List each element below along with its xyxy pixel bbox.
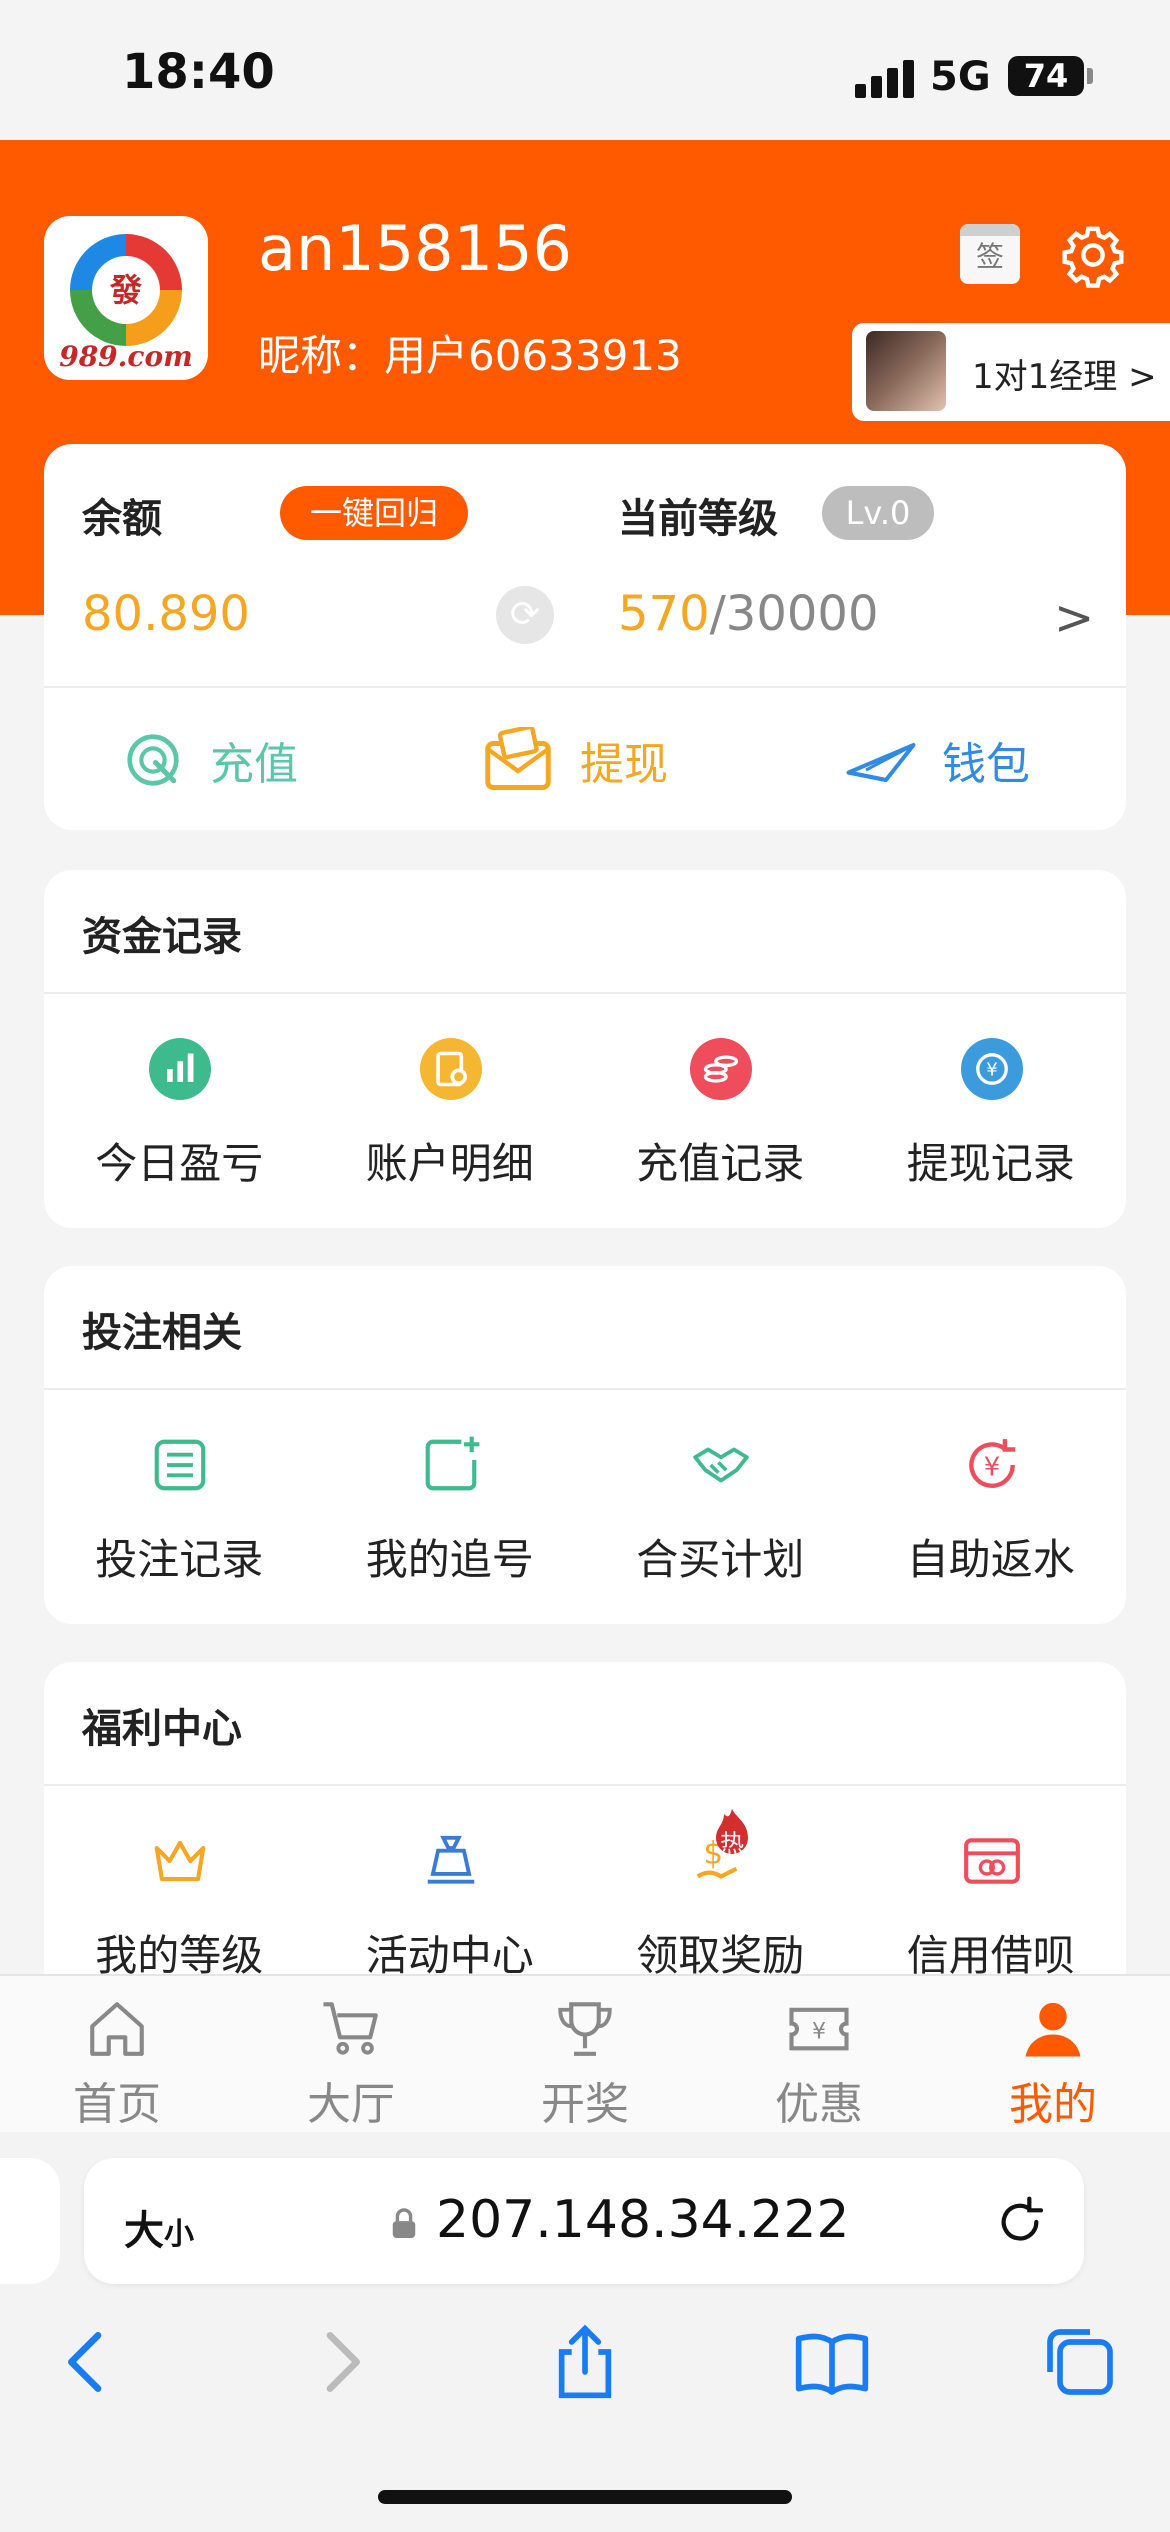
manager-avatar	[866, 331, 946, 411]
forward-icon[interactable]	[300, 2322, 380, 2402]
cart-icon	[323, 2002, 378, 2055]
network-type: 5G	[930, 54, 991, 100]
url-text[interactable]: 207.148.34.222	[436, 2190, 850, 2250]
gear-icon[interactable]	[1060, 222, 1126, 288]
manager-button[interactable]: 1对1经理 >	[852, 323, 1170, 421]
previous-tab-preview[interactable]	[0, 2158, 60, 2284]
battery-tip	[1087, 68, 1093, 84]
my-chase-item[interactable]: 我的追号	[315, 1394, 586, 1614]
logo-text: 989.com	[59, 340, 193, 373]
logo-emblem: 發	[70, 234, 182, 346]
tab-home[interactable]: 首页	[0, 1976, 234, 2134]
group-buy-item[interactable]: 合买计划	[585, 1394, 856, 1614]
coins-icon	[690, 1038, 752, 1100]
svg-text:热: 热	[720, 1829, 744, 1857]
home-icon	[90, 2002, 144, 2056]
detail-icon	[419, 1038, 482, 1100]
level-title: 当前等级	[618, 496, 778, 542]
tab-lottery-results[interactable]: 开奖	[468, 1976, 702, 2134]
wallet-label: 钱包	[942, 739, 1030, 790]
bookmarks-icon[interactable]	[792, 2322, 872, 2402]
person-icon	[1025, 2002, 1081, 2057]
rebate-icon: ¥	[968, 1439, 1015, 1488]
tab-mine[interactable]: 我的	[936, 1976, 1170, 2134]
reload-icon[interactable]	[992, 2194, 1048, 2250]
divider	[44, 686, 1126, 688]
tab-lobby[interactable]: 大厅	[234, 1976, 468, 2134]
add-note-icon	[425, 1436, 479, 1491]
today-profit-item[interactable]: 今日盈亏	[44, 998, 315, 1218]
section-title: 投注相关	[82, 1310, 242, 1356]
username: an158156	[258, 212, 572, 285]
address-bar[interactable]: 大小 207.148.34.222	[84, 2158, 1084, 2284]
wallet-button[interactable]: 钱包	[846, 710, 1030, 810]
betting-grid: 投注记录 我的追号 合买计划 ¥ 自助返水	[44, 1394, 1126, 1614]
back-icon[interactable]	[48, 2322, 128, 2402]
list-icon	[154, 1439, 206, 1491]
bet-record-item[interactable]: 投注记录	[44, 1394, 315, 1614]
level-badge: Lv.0	[822, 486, 934, 540]
status-time: 18:40	[122, 44, 275, 100]
nickname: 昵称：用户60633913	[258, 331, 682, 380]
text-size-button[interactable]: 大小	[124, 2198, 194, 2256]
account-detail-item[interactable]: 账户明细	[315, 998, 586, 1218]
trophy-icon	[558, 2002, 612, 2056]
crown-icon	[154, 1840, 206, 1882]
balance-card: 余额 一键回归 80.890 ⟳ 当前等级 Lv.0 570/30000 > 充…	[44, 444, 1126, 830]
status-bar: 18:40 5G 74	[0, 0, 1170, 140]
funds-grid: 今日盈亏 账户明细 充值记录 ¥ 提现记录	[44, 998, 1126, 1218]
recharge-record-item[interactable]: 充值记录	[585, 998, 856, 1218]
welfare-card: 福利中心 我的等级 活动中心 $ 领取奖励 信用借呗	[44, 1662, 1126, 2020]
withdraw-label: 提现	[580, 739, 668, 790]
recharge-button[interactable]: 充值	[122, 710, 298, 810]
section-title: 资金记录	[82, 914, 242, 960]
svg-text:¥: ¥	[812, 2020, 826, 2045]
card-icon	[963, 1838, 1020, 1884]
tabs-icon[interactable]	[1040, 2322, 1120, 2402]
funds-record-card: 资金记录 今日盈亏 账户明细 充值记录 ¥ 提现记录	[44, 870, 1126, 1228]
self-rebate-item[interactable]: ¥ 自助返水	[856, 1394, 1127, 1614]
coupon-icon: ¥	[789, 2007, 849, 2051]
withdraw-record-item[interactable]: ¥ 提现记录	[856, 998, 1127, 1218]
refresh-icon[interactable]: ⟳	[496, 586, 554, 644]
svg-text:¥: ¥	[986, 1059, 998, 1080]
recharge-label: 充值	[210, 739, 298, 790]
wallet-icon	[846, 743, 916, 782]
gift-icon	[427, 1835, 474, 1884]
hot-badge: 热	[716, 1808, 748, 1857]
withdraw-icon	[485, 727, 551, 790]
bottom-tab-bar: 首页 大厅 开奖 ¥ 优惠 我的	[0, 1974, 1170, 2134]
signal-icon	[855, 58, 915, 98]
balance-title: 余额	[82, 496, 162, 542]
level-progress[interactable]: 570/30000	[618, 586, 879, 642]
home-indicator	[378, 2490, 792, 2504]
balance-value: 80.890	[82, 586, 250, 642]
one-click-recall-button[interactable]: 一键回归	[280, 486, 468, 540]
exchange-icon: ¥	[960, 1038, 1023, 1100]
manager-label: 1对1经理 >	[972, 357, 1157, 397]
chevron-right-icon[interactable]: >	[1054, 590, 1094, 646]
sign-in-button[interactable]: 签	[960, 224, 1020, 284]
share-icon[interactable]	[545, 2322, 625, 2402]
chart-icon	[149, 1038, 211, 1100]
recharge-icon	[127, 734, 179, 786]
tab-promotions[interactable]: ¥ 优惠	[702, 1976, 936, 2134]
section-title: 福利中心	[82, 1706, 242, 1752]
app-logo: 發 989.com	[44, 216, 208, 380]
battery-icon: 74	[1008, 56, 1084, 96]
svg-text:¥: ¥	[983, 1452, 999, 1482]
handshake-icon	[693, 1447, 749, 1483]
lock-icon	[392, 2208, 416, 2238]
betting-card: 投注相关 投注记录 我的追号 合买计划 ¥ 自助返水	[44, 1266, 1126, 1624]
withdraw-button[interactable]: 提现	[482, 710, 668, 810]
